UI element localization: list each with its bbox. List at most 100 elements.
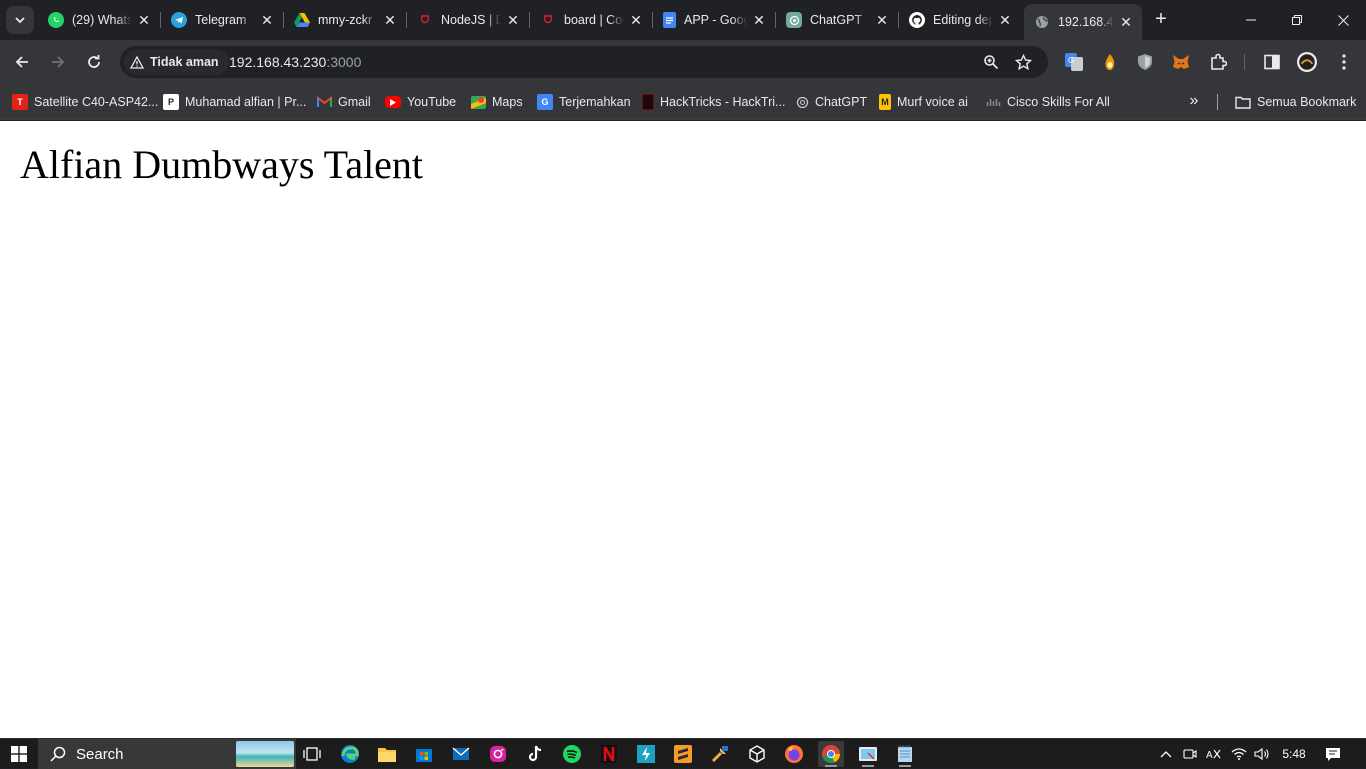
- forward-button[interactable]: [44, 48, 72, 76]
- tray-overflow-chevron-icon[interactable]: [1155, 739, 1177, 769]
- bookmark-cisco[interactable]: Cisco Skills For All: [985, 92, 1110, 112]
- close-icon[interactable]: ✕: [382, 12, 398, 28]
- instagram-icon[interactable]: [485, 741, 511, 767]
- metamask-fox-icon[interactable]: [1171, 52, 1191, 72]
- tab-telegram[interactable]: Telegram ✕: [161, 4, 283, 36]
- close-icon[interactable]: ✕: [1118, 14, 1134, 30]
- tab-title: Editing dependabot: [933, 13, 993, 27]
- google-translate-extension-icon[interactable]: G: [1064, 52, 1084, 72]
- snipping-tool-icon[interactable]: [855, 741, 881, 767]
- bookmark-maps[interactable]: Maps: [470, 92, 523, 112]
- mail-icon[interactable]: [448, 741, 474, 767]
- bookmark-muhamad-alfian[interactable]: P Muhamad alfian | Pr...: [163, 92, 306, 112]
- tab-board[interactable]: ᗜ board | Coding ✕: [530, 4, 652, 36]
- windows-taskbar: Search A 5:48: [0, 738, 1366, 769]
- reload-button[interactable]: [80, 48, 108, 76]
- taskbar-search[interactable]: Search: [38, 739, 296, 769]
- address-bar[interactable]: Tidak aman 192.168.43.230:3000: [120, 46, 1048, 78]
- extension-flame-icon[interactable]: [1100, 52, 1120, 72]
- bookmark-label: HackTricks - HackTri...: [660, 95, 786, 109]
- tab-localhost-active[interactable]: 192.168.43.230:3000 ✕: [1024, 4, 1142, 40]
- tab-strip: (29) WhatsApp ✕ Telegram ✕ mmy-zckr ✕ ᗜ …: [0, 0, 1366, 40]
- zoom-icon[interactable]: [981, 52, 1001, 72]
- bookmark-label: Semua Bookmark: [1257, 95, 1357, 109]
- google-docs-icon: [663, 12, 676, 28]
- bookmark-gmail[interactable]: Gmail: [316, 92, 371, 112]
- url-host: 192.168.43.230: [229, 54, 327, 70]
- tab-title: 192.168.43.230:3000: [1058, 15, 1114, 29]
- star-icon[interactable]: [1013, 52, 1033, 72]
- meet-now-icon[interactable]: [1180, 739, 1200, 769]
- side-panel-icon[interactable]: [1262, 52, 1282, 72]
- tab-title: (29) WhatsApp: [72, 13, 132, 27]
- bookmark-hacktricks[interactable]: HackTricks - HackTri...: [642, 92, 785, 112]
- minimize-button[interactable]: [1228, 0, 1274, 40]
- tab-google-docs[interactable]: APP - Google Docs ✕: [653, 4, 775, 36]
- firefox-icon[interactable]: [781, 741, 807, 767]
- bookmark-youtube[interactable]: YouTube: [385, 92, 456, 112]
- security-chip[interactable]: Tidak aman: [124, 49, 229, 75]
- close-icon[interactable]: ✕: [628, 12, 644, 28]
- browser-toolbar: Tidak aman 192.168.43.230:3000 G: [0, 40, 1366, 84]
- profile-avatar[interactable]: [1297, 52, 1317, 72]
- network-icon[interactable]: [1228, 739, 1250, 769]
- task-view-icon[interactable]: [299, 741, 325, 767]
- clock[interactable]: 5:48: [1276, 739, 1312, 769]
- url-text[interactable]: 192.168.43.230:3000: [229, 54, 361, 70]
- tab-search-button[interactable]: [6, 6, 34, 34]
- action-center-icon[interactable]: [1318, 739, 1348, 769]
- start-button[interactable]: [0, 739, 38, 769]
- microsoft-store-icon[interactable]: [411, 741, 437, 767]
- telegram-icon: [171, 12, 187, 28]
- back-button[interactable]: [8, 48, 36, 76]
- chrome-icon[interactable]: [818, 741, 844, 767]
- new-tab-button[interactable]: +: [1149, 8, 1173, 32]
- arrow-left-icon: [15, 56, 28, 68]
- dev-tools-icon[interactable]: [707, 741, 733, 767]
- tab-whatsapp[interactable]: (29) WhatsApp ✕: [38, 4, 160, 36]
- sublime-text-icon[interactable]: [670, 741, 696, 767]
- bookmark-chatgpt[interactable]: ChatGPT: [795, 92, 867, 112]
- bolt-app-icon[interactable]: [633, 741, 659, 767]
- tab-github[interactable]: Editing dependabot ✕: [899, 4, 1021, 36]
- input-language-icon[interactable]: A: [1203, 739, 1225, 769]
- close-icon[interactable]: ✕: [136, 12, 152, 28]
- bookmark-terjemahkan[interactable]: G Terjemahkan: [537, 92, 631, 112]
- bookmark-label: YouTube: [407, 95, 457, 109]
- tab-nodejs-dumbways[interactable]: ᗜ NodeJS | Dumbways ✕: [407, 4, 529, 36]
- close-window-button[interactable]: [1320, 0, 1366, 40]
- close-icon[interactable]: ✕: [259, 12, 275, 28]
- close-icon[interactable]: ✕: [997, 12, 1013, 28]
- bookmark-murf[interactable]: M Murf voice ai: [879, 92, 968, 112]
- edge-icon[interactable]: [337, 741, 363, 767]
- clock-time: 5:48: [1282, 747, 1306, 761]
- kebab-menu-icon[interactable]: [1334, 52, 1354, 72]
- close-icon[interactable]: ✕: [505, 12, 521, 28]
- all-bookmarks-folder[interactable]: Semua Bookmark: [1235, 92, 1356, 112]
- tab-chatgpt[interactable]: ChatGPT ✕: [776, 4, 898, 36]
- bookmark-satellite[interactable]: T Satellite C40-ASP42...: [12, 92, 158, 112]
- url-port: :3000: [326, 54, 362, 70]
- close-icon[interactable]: ✕: [751, 12, 767, 28]
- file-explorer-icon[interactable]: [374, 741, 400, 767]
- security-label: Tidak aman: [150, 55, 219, 69]
- bookmarks-overflow-chevron-icon[interactable]: »: [1184, 92, 1204, 112]
- tab-title: mmy-zckr: [318, 13, 373, 27]
- extensions-puzzle-icon[interactable]: [1208, 52, 1228, 72]
- netflix-icon[interactable]: [596, 741, 622, 767]
- notepad-icon[interactable]: [892, 741, 918, 767]
- restore-button[interactable]: [1274, 0, 1320, 40]
- windows-logo-icon: [11, 746, 27, 762]
- tab-google-drive[interactable]: mmy-zckr ✕: [284, 4, 406, 36]
- shield-icon[interactable]: [1135, 52, 1155, 72]
- tab-title: Telegram: [195, 13, 247, 27]
- close-icon[interactable]: ✕: [874, 12, 890, 28]
- volume-icon[interactable]: [1251, 739, 1273, 769]
- tiktok-icon[interactable]: [522, 741, 548, 767]
- spotify-icon[interactable]: [559, 741, 585, 767]
- svg-text:G: G: [1068, 56, 1074, 65]
- chevron-down-icon: [15, 17, 25, 24]
- virtualbox-cube-icon[interactable]: [744, 741, 770, 767]
- svg-text:A: A: [1206, 750, 1213, 761]
- github-icon: [909, 12, 925, 28]
